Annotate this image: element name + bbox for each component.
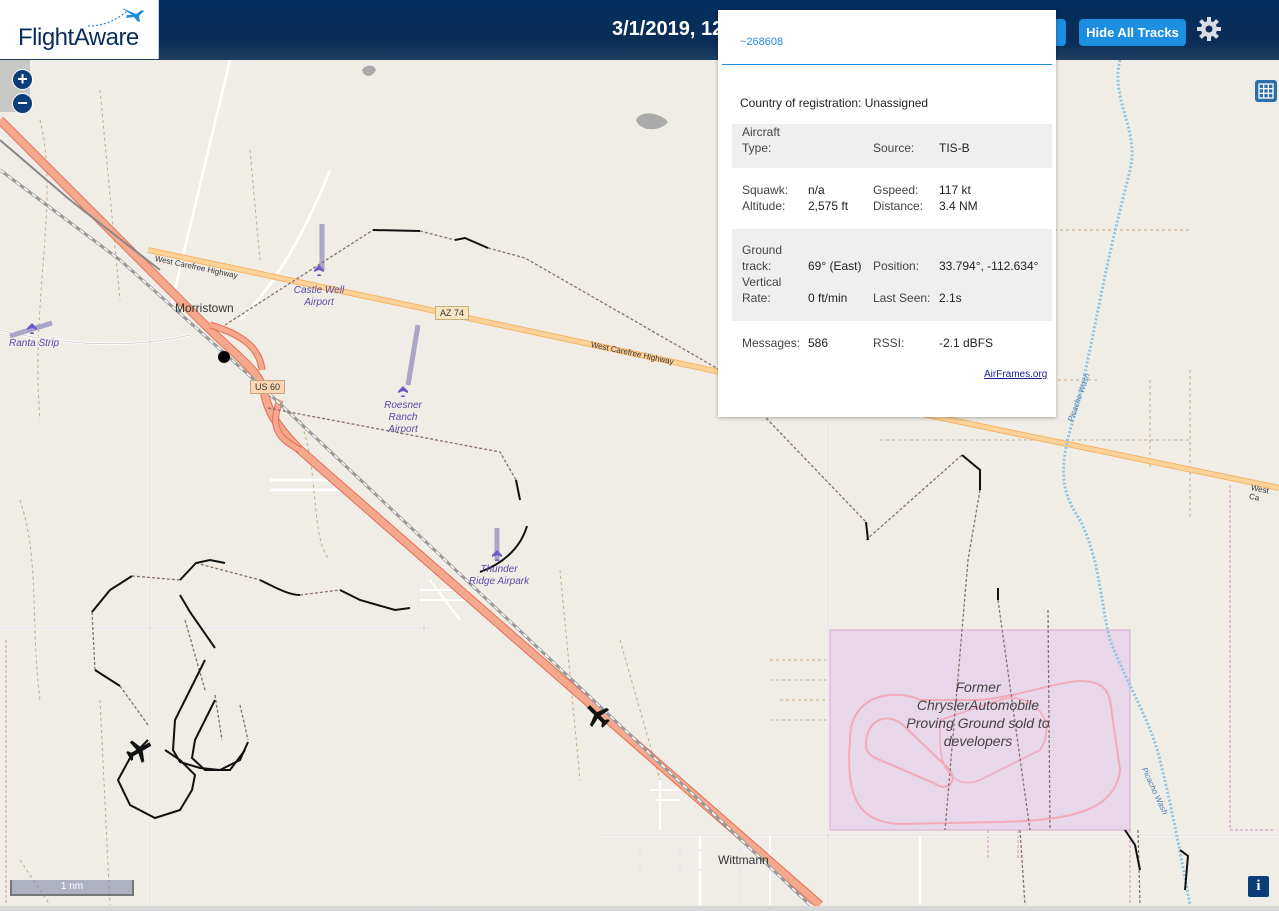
shield-az74: AZ 74 <box>435 306 470 320</box>
source-label: Source: <box>873 141 915 155</box>
squawk-label: Squawk: <box>742 183 789 197</box>
label-ranta-strip: Ranta Strip <box>8 338 60 349</box>
gspeed-value: 117 kt <box>939 183 971 197</box>
label-thunder-ridge-airpark: Thunder Ridge Airpark <box>468 564 530 587</box>
gear-icon[interactable] <box>1196 16 1222 42</box>
row-messages-rssi: Messages: 586 RSSI: -2.1 dBFS <box>732 335 1052 355</box>
horizontal-scrollbar[interactable] <box>0 906 1279 911</box>
rssi-value: -2.1 dBFS <box>939 336 994 350</box>
altitude-value: 2,575 ft <box>808 199 849 213</box>
messages-label: Messages: <box>742 336 801 350</box>
source-value: TIS-B <box>939 141 970 155</box>
scale-bar: 1 nm <box>10 880 134 896</box>
squawk-value: n/a <box>808 183 825 197</box>
airframes-link[interactable]: AirFrames.org <box>984 369 1047 380</box>
aircraft-position-dot <box>218 351 230 363</box>
label-wittmann: Wittmann <box>718 853 769 867</box>
country-value: Unassigned <box>864 96 929 110</box>
label-roesner-ranch-airport: Roesner Ranch Airport <box>384 400 422 435</box>
aircraft-ident[interactable]: ~268608 <box>740 36 783 48</box>
flightaware-logo[interactable]: FlightAware <box>0 0 159 59</box>
label-proving-ground: Former ChryslerAutomobile Proving Ground… <box>906 679 1050 749</box>
gspeed-label: Gspeed: <box>873 183 919 197</box>
layers-grid-button[interactable] <box>1255 80 1277 102</box>
map-canvas[interactable] <box>0 0 1279 911</box>
ground-track-value: 69° (East) <box>808 259 862 273</box>
aircraft-info-popup: ~268608 Country of registration: Unassig… <box>718 10 1056 417</box>
altitude-label: Altitude: <box>742 199 786 213</box>
brand-name: FlightAware <box>18 24 139 51</box>
country-of-registration: Country of registration: Unassigned <box>740 96 928 110</box>
popup-divider <box>722 64 1052 65</box>
position-value: 33.794°, -112.634° <box>939 259 1039 273</box>
hide-all-tracks-button[interactable]: Hide All Tracks <box>1079 19 1186 46</box>
vertical-rate-value: 0 ft/min <box>808 291 848 305</box>
position-label: Position: <box>873 259 920 273</box>
distance-value: 3.4 NM <box>939 199 978 213</box>
zoom-out-button[interactable]: − <box>12 93 33 114</box>
distance-label: Distance: <box>873 199 924 213</box>
messages-value: 586 <box>808 336 829 350</box>
shield-us60: US 60 <box>250 380 286 394</box>
country-label: Country of registration: <box>740 96 862 110</box>
row-squawk-gspeed: Squawk: n/a Gspeed: 117 kt Altitude: 2,5… <box>732 182 1052 218</box>
rssi-label: RSSI: <box>873 336 905 350</box>
row-track-position: Ground track: 69° (East) Position: 33.79… <box>732 229 1052 321</box>
top-header: FlightAware 3/1/2019, 12 Hide All Tracks <box>0 0 1279 60</box>
last-seen-value: 2.1s <box>939 291 962 305</box>
label-morristown: Morristown <box>175 301 234 315</box>
vertical-rate-label: Vertical Rate: <box>742 275 782 305</box>
last-seen-label: Last Seen: <box>873 291 931 305</box>
grid-icon <box>1258 83 1274 99</box>
label-castle-well-airport: Castle Well Airport <box>293 285 345 308</box>
aircraft-type-label: Aircraft Type: <box>742 125 781 155</box>
replay-datetime: 3/1/2019, 12 <box>612 18 724 40</box>
ground-track-label: Ground track: <box>742 243 783 273</box>
zoom-in-button[interactable]: + <box>12 69 33 90</box>
info-button[interactable]: i <box>1248 876 1269 897</box>
row-aircraft-source: Aircraft Type: Source: TIS-B <box>732 124 1052 168</box>
